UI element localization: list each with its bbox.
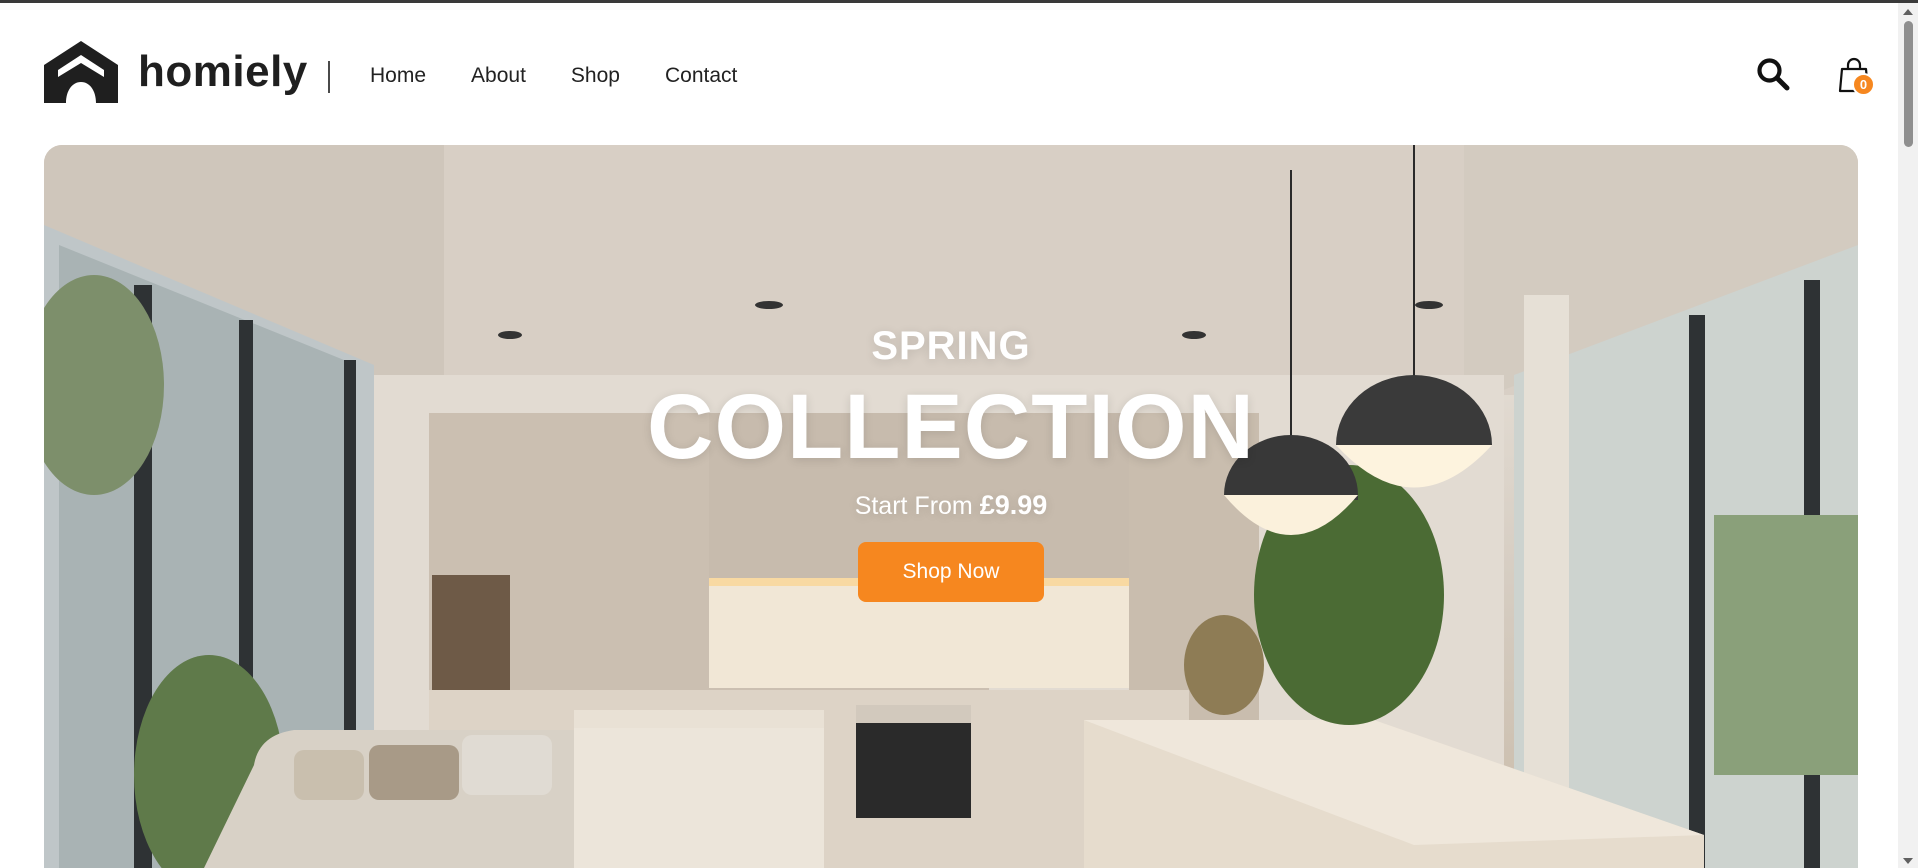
- site-header: homiely Home About Shop Contact 0: [0, 3, 1898, 143]
- main-nav: Home About Shop Contact: [370, 61, 782, 91]
- brand-name: homiely: [138, 47, 308, 96]
- page-scrollbar[interactable]: [1898, 3, 1918, 868]
- nav-item-shop[interactable]: Shop: [571, 61, 620, 91]
- hero-price: £9.99: [979, 490, 1048, 520]
- scroll-down-arrow-icon[interactable]: [1903, 858, 1913, 864]
- nav-item-contact[interactable]: Contact: [665, 61, 737, 91]
- nav-item-home[interactable]: Home: [370, 61, 426, 91]
- brand-logo[interactable]: homiely: [44, 41, 308, 103]
- search-icon[interactable]: [1756, 57, 1790, 91]
- scroll-up-arrow-icon[interactable]: [1903, 9, 1913, 15]
- scrollbar-thumb[interactable]: [1904, 21, 1913, 147]
- hero-copy: SPRING COLLECTION Start From £9.99 Shop …: [44, 323, 1858, 602]
- hero-banner: SPRING COLLECTION Start From £9.99 Shop …: [44, 145, 1858, 868]
- hero-subtitle-prefix: Start From: [854, 492, 973, 520]
- nav-item-about[interactable]: About: [471, 61, 526, 91]
- hero-kicker: SPRING: [871, 324, 1031, 368]
- shop-now-button[interactable]: Shop Now: [858, 542, 1044, 602]
- nav-divider: [328, 61, 330, 93]
- logo-house-icon: [44, 41, 118, 103]
- cart-count-badge: 0: [1852, 73, 1875, 96]
- hero-subtitle: Start From £9.99: [44, 489, 1858, 522]
- hero-title: COLLECTION: [647, 376, 1255, 478]
